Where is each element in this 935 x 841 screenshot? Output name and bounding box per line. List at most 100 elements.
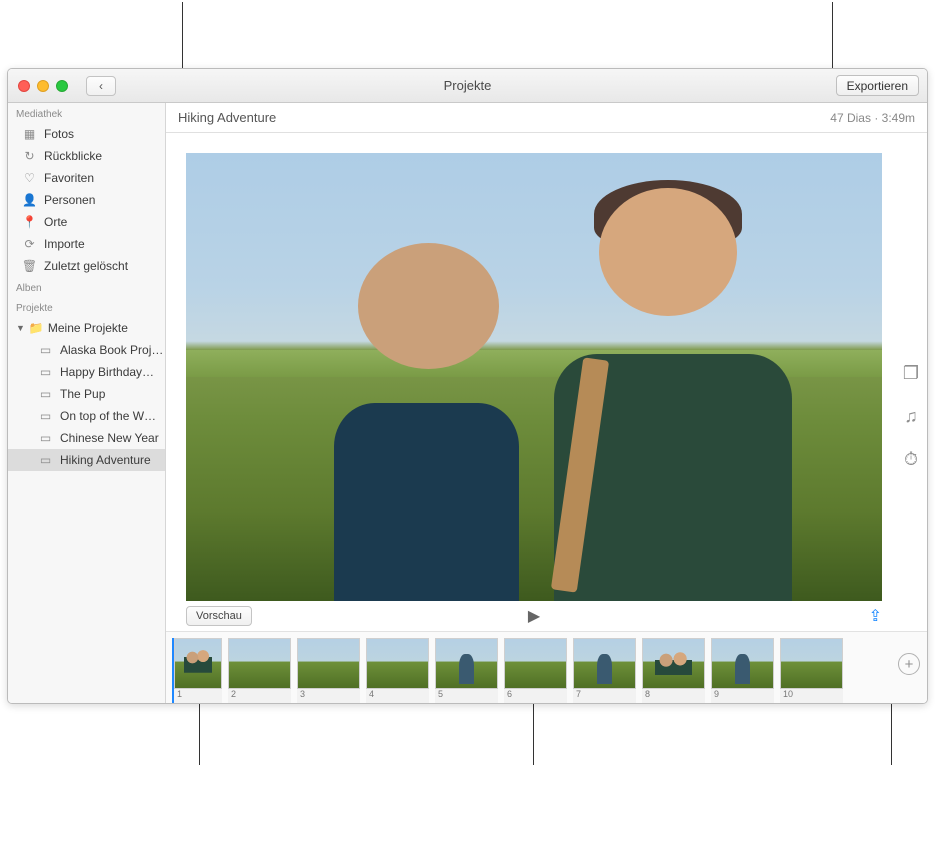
canvas-wrap: Vorschau ▶ ⇪: [166, 133, 927, 631]
project-header: Hiking Adventure 47 Dias · 3:49m: [166, 103, 927, 133]
thumb[interactable]: 2: [228, 638, 291, 703]
app-window: ‹ Projekte Exportieren Mediathek ▦ Fotos…: [7, 68, 928, 704]
sidebar-item-label: Personen: [44, 193, 165, 207]
sidebar-item-label: Fotos: [44, 127, 165, 141]
sidebar-section-mediathek: Mediathek: [8, 103, 165, 123]
thumb[interactable]: 10: [780, 638, 843, 703]
export-button[interactable]: Exportieren: [836, 75, 919, 96]
music-button[interactable]: ♫: [904, 406, 918, 427]
folder-icon: 📁: [29, 321, 44, 335]
themes-button[interactable]: ❐: [903, 363, 919, 384]
slide-preview[interactable]: [186, 153, 882, 601]
sidebar-item-label: Hiking Adventure: [60, 453, 165, 467]
sidebar: Mediathek ▦ Fotos ↻ Rückblicke ♡ Favorit…: [8, 103, 166, 703]
thumb-image: [435, 638, 498, 689]
sidebar-item-label: Alaska Book Proj…: [60, 343, 165, 357]
add-photos-button[interactable]: +: [898, 653, 920, 675]
thumb-number: 6: [504, 689, 567, 703]
sidebar-folder-label: Meine Projekte: [48, 321, 128, 335]
photo-subject: [304, 220, 548, 601]
sidebar-item-importe[interactable]: ⟳ Importe: [8, 233, 165, 255]
sidebar-item-orte[interactable]: 📍 Orte: [8, 211, 165, 233]
tool-rail: ❐ ♫ ⏱: [895, 363, 927, 470]
share-icon: ⇪: [869, 608, 882, 625]
sidebar-item-label: Chinese New Year: [60, 431, 165, 445]
sidebar-item-label: Importe: [44, 237, 165, 251]
photo-subject: [541, 175, 805, 601]
import-icon: ⟳: [22, 237, 37, 251]
thumb[interactable]: 3: [297, 638, 360, 703]
play-button[interactable]: ▶: [528, 606, 540, 626]
window-title: Projekte: [8, 78, 927, 93]
sidebar-item-fotos[interactable]: ▦ Fotos: [8, 123, 165, 145]
thumb-number: 4: [366, 689, 429, 703]
timer-icon: ⏱: [904, 449, 918, 469]
thumb[interactable]: 9: [711, 638, 774, 703]
preview-button[interactable]: Vorschau: [186, 606, 252, 626]
thumb-number: 8: [642, 689, 705, 703]
sidebar-folder-meine-projekte[interactable]: ▼ 📁 Meine Projekte: [8, 317, 165, 339]
thumb[interactable]: 8: [642, 638, 705, 703]
pin-icon: 📍: [22, 215, 37, 229]
project-title[interactable]: Hiking Adventure: [178, 110, 276, 125]
sidebar-project-alaska[interactable]: ▭ Alaska Book Proj…: [8, 339, 165, 361]
slideshow-icon: ▭: [38, 365, 53, 379]
sidebar-project-birthday[interactable]: ▭ Happy Birthday…: [8, 361, 165, 383]
plus-icon: +: [905, 656, 914, 673]
sidebar-item-label: Zuletzt gelöscht: [44, 259, 165, 273]
slideshow-icon: ▭: [38, 343, 53, 357]
sidebar-item-label: Orte: [44, 215, 165, 229]
sidebar-section-alben: Alben: [8, 277, 165, 297]
chevron-left-icon: ‹: [99, 79, 103, 93]
trash-icon: 🗑: [22, 259, 37, 273]
thumb-number: 2: [228, 689, 291, 703]
thumb-image: [228, 638, 291, 689]
sidebar-project-hiking[interactable]: ▭ Hiking Adventure: [8, 449, 165, 471]
sidebar-item-favoriten[interactable]: ♡ Favoriten: [8, 167, 165, 189]
sidebar-item-label: Favoriten: [44, 171, 165, 185]
duration-button[interactable]: ⏱: [904, 449, 918, 470]
thumb[interactable]: 4: [366, 638, 429, 703]
thumb-number: 5: [435, 689, 498, 703]
thumb[interactable]: 5: [435, 638, 498, 703]
thumb-image: [174, 638, 222, 689]
thumb-number: 7: [573, 689, 636, 703]
thumb-number: 10: [780, 689, 843, 703]
minimize-icon[interactable]: [37, 80, 49, 92]
sidebar-item-label: Happy Birthday…: [60, 365, 165, 379]
export-button-label: Exportieren: [847, 79, 908, 93]
thumb-image: [297, 638, 360, 689]
close-icon[interactable]: [18, 80, 30, 92]
thumb[interactable]: 1: [172, 638, 222, 703]
back-button[interactable]: ‹: [86, 76, 116, 96]
play-icon: ▶: [528, 608, 540, 625]
window-controls: [8, 80, 68, 92]
sidebar-item-zuletzt-geloescht[interactable]: 🗑 Zuletzt gelöscht: [8, 255, 165, 277]
thumb[interactable]: 7: [573, 638, 636, 703]
music-icon: ♫: [904, 406, 918, 426]
preview-button-label: Vorschau: [196, 610, 242, 622]
share-button[interactable]: ⇪: [869, 606, 882, 626]
sidebar-item-label: On top of the W…: [60, 409, 165, 423]
thumb-number: 1: [174, 689, 222, 703]
thumb[interactable]: 6: [504, 638, 567, 703]
themes-icon: ❐: [903, 363, 919, 383]
thumb-image: [573, 638, 636, 689]
thumb-image: [642, 638, 705, 689]
zoom-icon[interactable]: [56, 80, 68, 92]
sidebar-project-ontop[interactable]: ▭ On top of the W…: [8, 405, 165, 427]
main-area: Hiking Adventure 47 Dias · 3:49m: [166, 103, 927, 703]
slideshow-icon: ▭: [38, 409, 53, 423]
slideshow-icon: ▭: [38, 431, 53, 445]
heart-icon: ♡: [22, 171, 37, 185]
sidebar-item-personen[interactable]: 👤 Personen: [8, 189, 165, 211]
sidebar-section-projekte: Projekte: [8, 297, 165, 317]
sidebar-item-label: The Pup: [60, 387, 165, 401]
sidebar-item-rueckblicke[interactable]: ↻ Rückblicke: [8, 145, 165, 167]
sidebar-item-label: Rückblicke: [44, 149, 165, 163]
thumb-image: [366, 638, 429, 689]
thumb-number: 9: [711, 689, 774, 703]
thumb-image: [780, 638, 843, 689]
sidebar-project-cny[interactable]: ▭ Chinese New Year: [8, 427, 165, 449]
sidebar-project-pup[interactable]: ▭ The Pup: [8, 383, 165, 405]
